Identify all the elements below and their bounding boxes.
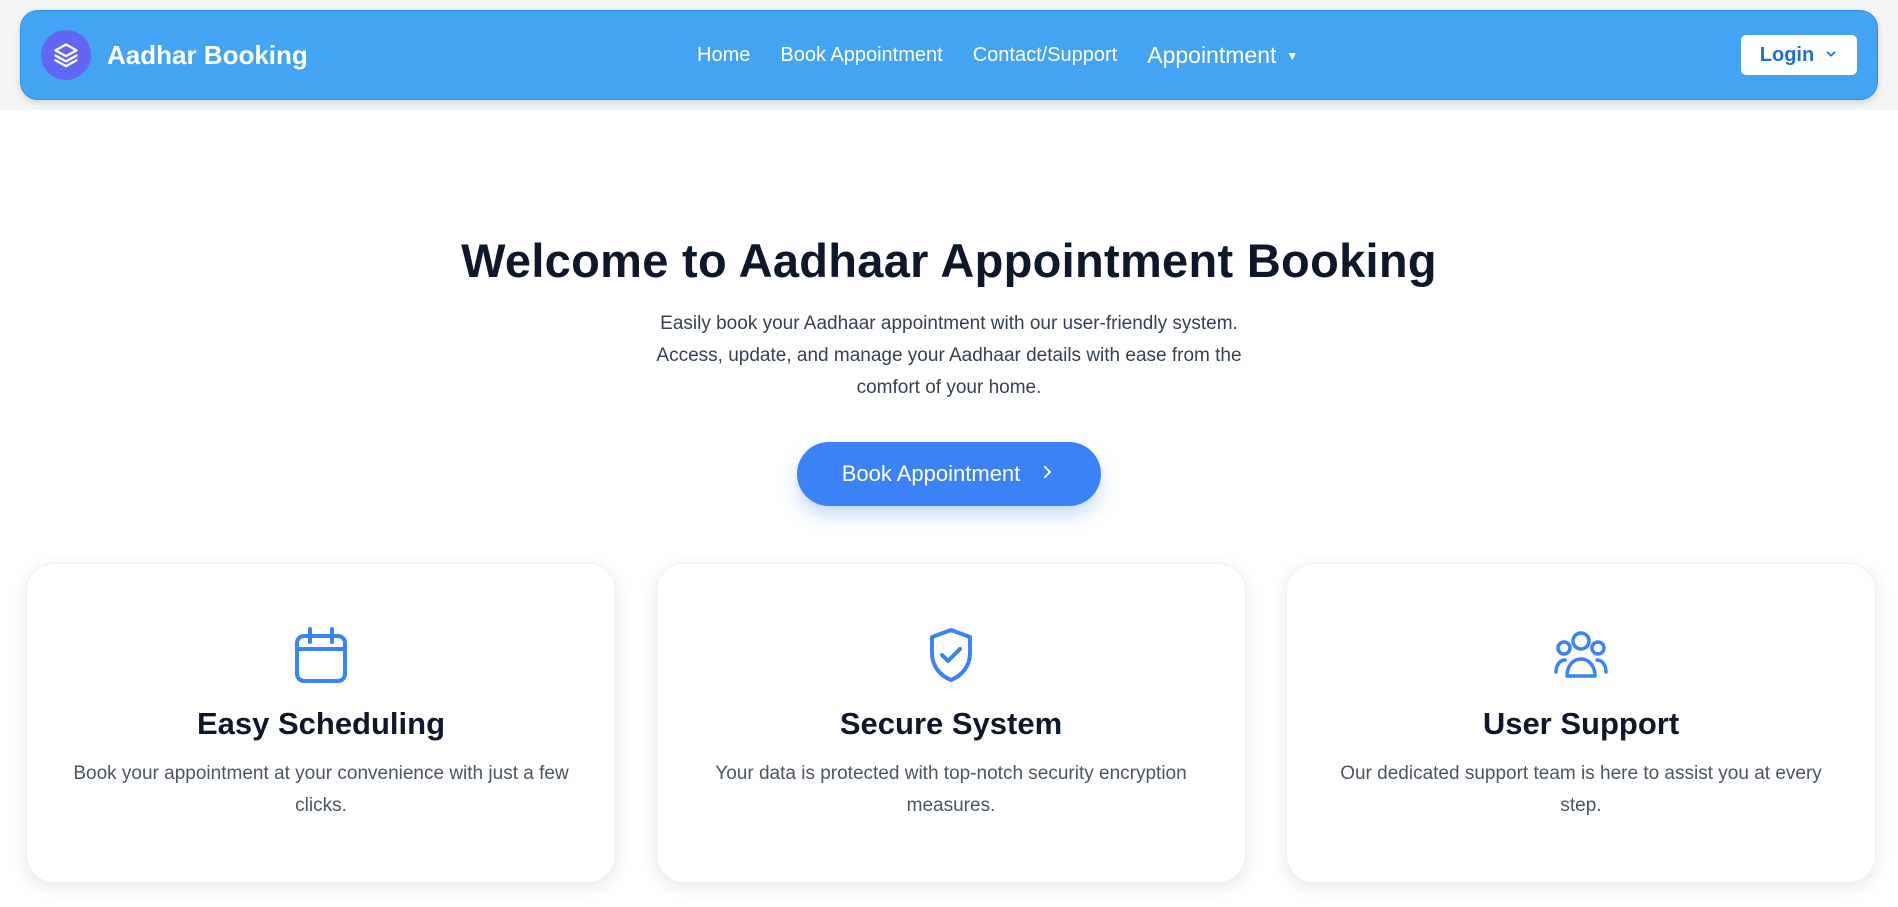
- shield-check-icon: [657, 626, 1245, 684]
- hero-subtitle: Easily book your Aadhaar appointment wit…: [656, 313, 1242, 398]
- nav-links: Home Book Appointment Contact/Support Ap…: [697, 11, 1298, 99]
- login-label: Login: [1759, 43, 1815, 66]
- feature-title: User Support: [1482, 706, 1680, 741]
- caret-down-icon: ▼: [1286, 49, 1299, 63]
- hero-section: Welcome to Aadhaar Appointment Booking E…: [0, 110, 1898, 506]
- feature-card-scheduling: Easy Scheduling Book your appointment at…: [26, 563, 616, 883]
- feature-description: Our dedicated support team is here to as…: [1340, 763, 1822, 816]
- feature-title: Easy Scheduling: [196, 706, 446, 741]
- nav-dropdown-label: Appointment: [1147, 41, 1277, 68]
- nav-dropdown-appointment[interactable]: Appointment ▼: [1147, 42, 1298, 69]
- nav-link-home[interactable]: Home: [697, 44, 750, 67]
- header-area: Aadhar Booking Home Book Appointment Con…: [0, 0, 1898, 110]
- chevron-down-icon: [1824, 44, 1838, 67]
- navbar: Aadhar Booking Home Book Appointment Con…: [20, 10, 1878, 100]
- feature-card-security: Secure System Your data is protected wit…: [656, 563, 1246, 883]
- chevron-right-icon: [1038, 461, 1056, 487]
- brand[interactable]: Aadhar Booking: [41, 30, 308, 80]
- cta-label: Book Appointment: [841, 461, 1021, 486]
- feature-description: Book your appointment at your convenienc…: [73, 763, 569, 816]
- login-button[interactable]: Login: [1741, 35, 1857, 75]
- brand-name: Aadhar Booking: [107, 39, 308, 70]
- hero-title: Welcome to Aadhaar Appointment Booking: [461, 234, 1437, 287]
- users-icon: [1287, 626, 1875, 684]
- nav-link-book-appointment[interactable]: Book Appointment: [780, 44, 942, 67]
- feature-card-support: User Support Our dedicated support team …: [1286, 563, 1876, 883]
- feature-title: Secure System: [839, 706, 1063, 741]
- feature-description: Your data is protected with top-notch se…: [715, 763, 1187, 816]
- layers-icon: [41, 30, 91, 80]
- nav-link-contact-support[interactable]: Contact/Support: [973, 44, 1118, 67]
- calendar-icon: [27, 626, 615, 684]
- features-section: Easy Scheduling Book your appointment at…: [26, 563, 1876, 883]
- book-appointment-button[interactable]: Book Appointment: [797, 442, 1101, 506]
